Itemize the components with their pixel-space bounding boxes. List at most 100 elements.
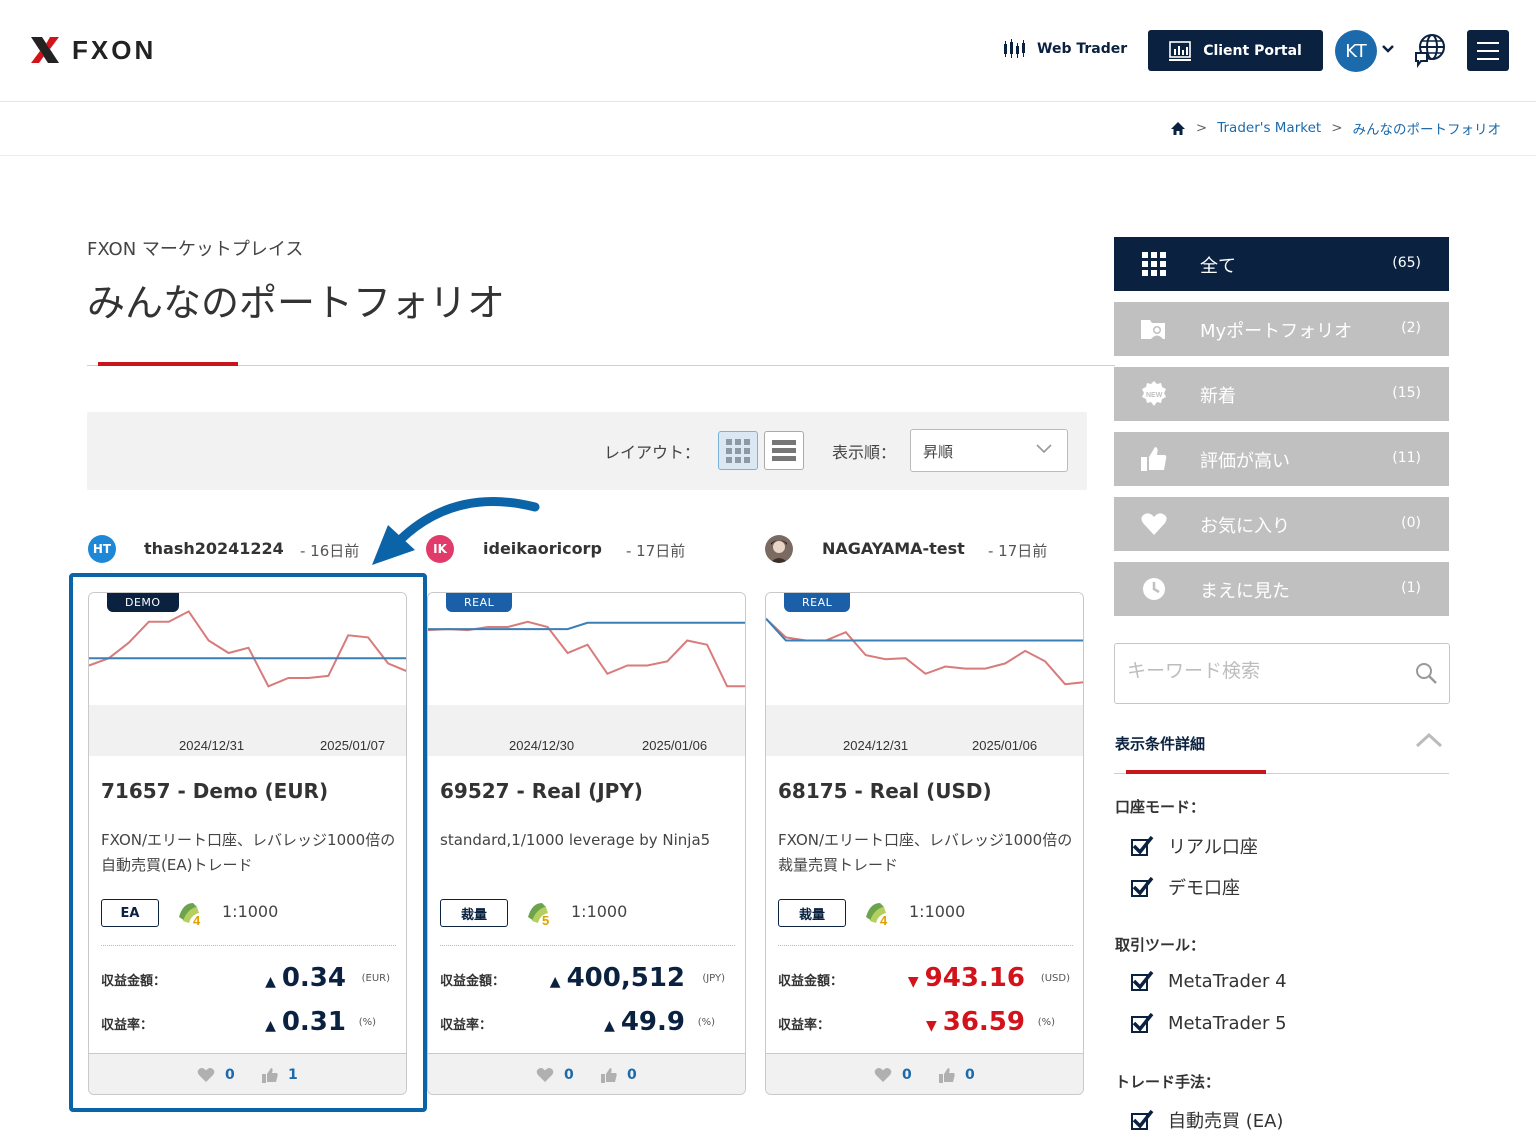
filter-option-ea[interactable]: 自動売買 (EA) [1130,1107,1283,1130]
profit-rate-value: 49.9 [620,1007,685,1037]
checkbox-checked-icon[interactable] [1130,970,1154,992]
breadcrumb-current[interactable]: みんなのポートフォリオ [1353,118,1502,138]
trade-method-badge: EA [101,899,159,927]
portfolio-card[interactable]: 2024/12/31 2025/01/07 DEMO 71657 - Demo … [88,592,407,1095]
equity-chart[interactable]: 2024/12/30 2025/01/06 [428,593,746,756]
profit-rate-label: 収益率： [778,1018,831,1033]
search-icon[interactable] [1414,661,1438,685]
thumbs-up-icon [262,1068,278,1083]
header: FXON Web Trader Client Portal KT [0,0,1536,102]
profit-amount-label: 収益金額： [101,974,167,989]
filter-section-title[interactable]: 表示条件詳細 [1115,733,1205,754]
breadcrumb-separator: > [1331,120,1343,136]
checkbox-checked-icon[interactable] [1130,1012,1154,1034]
heart-icon [1141,513,1167,535]
profit-amount-value: 943.16 [924,963,1025,993]
fxon-logo[interactable]: FXON [28,33,156,67]
chart-start-date: 2024/12/30 [509,738,574,753]
profit-unit: (EUR) [361,973,390,984]
account-type-tag: DEMO [107,593,179,612]
language-globe-icon[interactable] [1413,33,1447,69]
filter-option-demo[interactable]: デモ口座 [1130,874,1240,900]
sidebar-item-favorites[interactable]: お気に入り (0) [1114,497,1449,551]
filter-option-real[interactable]: リアル口座 [1130,833,1258,859]
filter-option-label: リアル口座 [1168,837,1258,858]
checkbox-checked-icon[interactable] [1130,876,1154,898]
client-portal-button[interactable]: Client Portal [1148,30,1323,71]
home-icon[interactable] [1170,121,1186,136]
rating-count[interactable]: 1 [262,1067,298,1083]
favorite-count[interactable]: 0 [874,1067,912,1083]
profit-amount-value: 400,512 [566,963,685,993]
web-trader-link[interactable]: Web Trader [1003,38,1127,60]
card-user-3[interactable] [765,535,793,563]
equity-chart[interactable]: 2024/12/31 2025/01/07 [89,593,407,756]
sidebar-item-top-rated[interactable]: 評価が高い (11) [1114,432,1449,486]
equity-chart[interactable]: 2024/12/31 2025/01/06 [766,593,1084,756]
filter-option-mt5[interactable]: MetaTrader 5 [1130,1012,1287,1034]
user-name[interactable]: thash20241224 [144,539,284,558]
svg-text:NEW: NEW [1146,392,1163,399]
favorite-count[interactable]: 0 [197,1067,235,1083]
card-title[interactable]: 69527 - Real (JPY) [440,779,643,803]
sidebar-item-my-portfolio[interactable]: Myポートフォリオ (2) [1114,302,1449,356]
sort-label: 表示順： [832,443,897,462]
thumbs-up-icon [601,1068,617,1083]
up-arrow-icon: ▲ [265,974,276,990]
user-photo-avatar[interactable] [765,535,793,563]
filter-option-mt4[interactable]: MetaTrader 4 [1130,970,1287,992]
filter-option-label: デモ口座 [1168,878,1240,899]
card-title[interactable]: 68175 - Real (USD) [778,779,992,803]
card-description: FXON/エリート口座、レバレッジ1000倍の自動売買(EA)トレード [101,831,396,874]
sidebar-item-recently-viewed[interactable]: まえに見た (1) [1114,562,1449,616]
breadcrumb: > Trader's Market > みんなのポートフォリオ [1170,118,1501,138]
profit-unit: (USD) [1040,973,1070,984]
sidebar-item-all[interactable]: 全て (65) [1114,237,1449,291]
post-time: - 17日前 [626,542,686,560]
fxon-logo-mark-icon [31,37,59,63]
rating-count-value: 1 [288,1067,298,1083]
leverage: 1:1000 [571,902,628,921]
card-user-1[interactable]: HT [88,535,116,563]
chevron-down-icon[interactable] [1381,42,1395,58]
favorite-count-value: 0 [225,1067,235,1083]
layout-label: レイアウト： [604,443,701,462]
sidebar-item-label: お気に入り [1200,516,1290,537]
portfolio-card[interactable]: 2024/12/31 2025/01/06 REAL 68175 - Real … [765,592,1084,1095]
rating-count[interactable]: 0 [601,1067,637,1083]
grid-layout-button[interactable] [718,431,758,470]
title-divider [87,365,1115,366]
client-portal-label: Client Portal [1203,42,1302,59]
sidebar-item-label: 評価が高い [1200,451,1290,472]
chevron-up-icon[interactable] [1414,730,1444,750]
sort-order-value: 昇順 [923,443,954,461]
portfolio-card[interactable]: 2024/12/30 2025/01/06 REAL 69527 - Real … [427,592,746,1095]
hamburger-menu-button[interactable] [1467,30,1509,71]
sort-order-select[interactable]: 昇順 [910,429,1068,472]
checkbox-checked-icon[interactable] [1130,1109,1154,1130]
card-title[interactable]: 71657 - Demo (EUR) [101,779,328,803]
sidebar-item-count: (15) [1392,385,1421,401]
user-name[interactable]: NAGAYAMA-test [822,539,965,558]
profit-rate: ▲ 49.9 [604,1007,685,1037]
profit-rate: ▼ 36.59 [926,1007,1025,1037]
keyword-search-input[interactable] [1127,660,1407,682]
metatrader5-icon: 5 [528,903,549,927]
checkbox-checked-icon[interactable] [1130,835,1154,857]
rating-count[interactable]: 0 [939,1067,975,1083]
profit-amount-label: 収益金額： [440,974,506,989]
post-time: - 16日前 [300,542,360,560]
down-arrow-icon: ▼ [907,974,919,990]
breadcrumb-traders-market[interactable]: Trader's Market [1217,120,1321,136]
user-avatar[interactable]: KT [1335,30,1377,72]
grid-icon [1142,252,1166,276]
profit-rate-value: 36.59 [942,1007,1025,1037]
sidebar-item-new[interactable]: NEW 新着 (15) [1114,367,1449,421]
user-avatar[interactable]: HT [88,535,116,563]
thumbs-up-icon [939,1068,955,1083]
favorite-count-value: 0 [564,1067,574,1083]
profit-amount: ▼ 943.16 [908,963,1025,993]
rate-unit: (%) [1037,1017,1055,1028]
list-layout-button[interactable] [764,431,804,470]
favorite-count[interactable]: 0 [536,1067,574,1083]
